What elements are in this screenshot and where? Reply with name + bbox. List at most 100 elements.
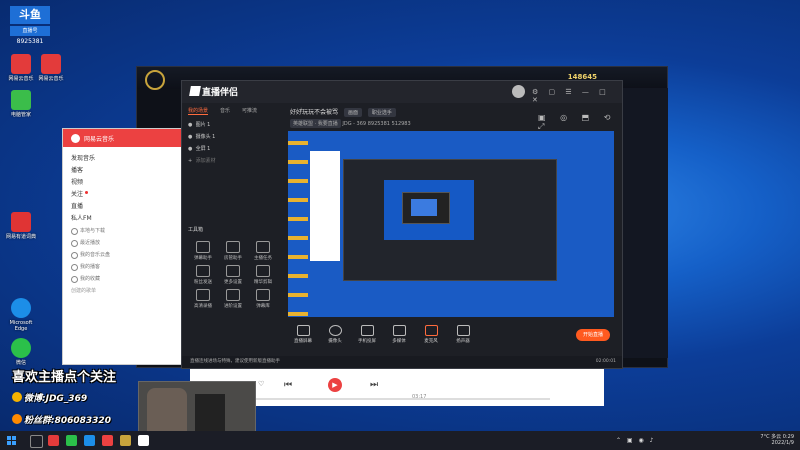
eye-icon: ● <box>188 146 193 152</box>
overlay-weibo: 微博:JDG_369 <box>12 391 87 404</box>
wechat-icon <box>11 338 31 358</box>
playlist-section-label: 创建的歌单 <box>71 288 97 294</box>
desktop-icon-dict[interactable]: 网易有道词典 <box>4 212 38 240</box>
scene-item[interactable]: ● 全屏 1 <box>188 145 210 152</box>
game-logo-icon <box>145 70 165 90</box>
nav-my-podcast[interactable]: 我的播客 <box>71 261 175 273</box>
room-fans: 512983 <box>391 121 411 127</box>
game-side-panel <box>620 88 668 358</box>
prev-track-icon[interactable]: ⏮ <box>284 380 292 390</box>
live-app-window[interactable]: 直播伴侣 ⚙ ▢ ☰ — □ ✕ 我的场景 音乐 可推流 + ● 图片 1 ● … <box>181 80 623 369</box>
taskbar-netease-icon[interactable] <box>102 435 113 446</box>
microphone-toggle[interactable]: 麦克风 <box>416 325 446 344</box>
taskbar-live-icon[interactable] <box>138 435 149 446</box>
nav-live[interactable]: 直播 <box>71 201 175 213</box>
tab-scenes[interactable]: 我的场景 <box>188 107 209 115</box>
overlay-headline: 喜欢主播点个关注 <box>12 370 117 385</box>
like-icon[interactable]: ♡ <box>258 380 264 388</box>
room-id: JDG - 369 <box>342 121 367 127</box>
track-time: 03:17 <box>412 394 427 400</box>
room-title[interactable]: 好好玩玩不会被骂 <box>290 109 338 116</box>
nav-cloud[interactable]: 我的音乐云盘 <box>71 249 175 261</box>
source-screen[interactable]: 直播屏幕 <box>288 325 318 344</box>
search-icon[interactable] <box>30 435 43 448</box>
source-media[interactable]: 多媒体 <box>384 325 414 344</box>
nav-collection[interactable]: 我的收藏 <box>71 273 175 285</box>
tray-icons[interactable]: ⌃ ▣ ◉ ♪ <box>616 437 655 444</box>
start-icon[interactable] <box>7 436 16 445</box>
nav-follow[interactable]: 关注 <box>71 189 175 201</box>
room-category[interactable]: 职业选手 <box>367 108 396 117</box>
room-game-tag[interactable]: 英雄联盟 · 我要直播 <box>290 119 341 128</box>
tool-item[interactable]: 进阶设置 <box>218 289 248 309</box>
eye-icon: ● <box>188 122 193 128</box>
tool-item[interactable]: 房管助手 <box>218 241 248 261</box>
desktop-icon-music-2[interactable]: 网易云音乐 <box>34 54 68 82</box>
tab-stream[interactable]: 可推流 <box>242 107 257 115</box>
scene-item[interactable]: ● 图片 1 <box>188 121 210 128</box>
room-tag[interactable]: 画面 <box>343 108 362 117</box>
live-header: 直播伴侣 ⚙ ▢ ☰ — □ ✕ <box>182 81 622 104</box>
start-live-button[interactable]: 开始直播 <box>576 329 610 341</box>
toolbox-grid: 弹幕助手 房管助手 主播任务 粉丝发送 更多设置 精华剪辑 高清录播 进阶设置 … <box>188 241 280 309</box>
source-camera[interactable]: 摄像头 <box>320 325 350 344</box>
desktop-icon-edge[interactable]: Microsoft Edge <box>4 298 38 332</box>
tool-item[interactable]: 弹幕助手 <box>188 241 218 261</box>
tool-item[interactable]: 粉丝发送 <box>188 265 218 285</box>
desktop-badge: 斗鱼 直播号 8925381 <box>10 6 50 58</box>
desktop-icon-wechat[interactable]: 微信 <box>4 338 38 366</box>
right-tool-icons[interactable]: ▣ ◎ ⬒ ⟲ ⤢ <box>538 113 622 132</box>
webcam-feed <box>138 381 256 433</box>
scene-item[interactable]: ● 摄像头 1 <box>188 133 215 140</box>
tab-music[interactable]: 音乐 <box>220 107 230 115</box>
tray-clock[interactable]: 7°C 多云 0:29 2022/1/9 <box>760 434 794 446</box>
window-controls[interactable]: ⚙ ▢ ☰ — □ ✕ <box>532 88 622 104</box>
taskbar-game-icon[interactable] <box>120 435 131 446</box>
tool-item[interactable]: 更多设置 <box>218 265 248 285</box>
group-icon <box>12 414 22 424</box>
music-nav: 发现音乐 播客 视频 关注 直播 私人FM 本地与下载 最近播放 我的音乐云盘 … <box>63 147 183 303</box>
room-number: 8925381 <box>367 121 390 127</box>
desktop-icon-music[interactable]: 网易云音乐 <box>4 54 38 82</box>
preview-music-window <box>310 151 340 261</box>
source-phone[interactable]: 手机投屏 <box>352 325 382 344</box>
nav-video[interactable]: 视频 <box>71 177 175 189</box>
tool-item[interactable]: 精华剪辑 <box>248 265 278 285</box>
play-button[interactable]: ▶ <box>328 378 342 392</box>
status-text: 直播连线进场与特殊，建议使用新版直播助手 <box>190 359 280 364</box>
room-title-row: 好好玩玩不会被骂 画面 职业选手 <box>290 107 396 117</box>
taskbar: ⌃ ▣ ◉ ♪ 7°C 多云 0:29 2022/1/9 <box>0 431 800 450</box>
shield-icon <box>11 90 31 110</box>
nav-discover[interactable]: 发现音乐 <box>71 153 175 165</box>
room-info-row: 英雄联盟 · 我要直播 JDG - 369 8925381 512983 <box>290 119 411 128</box>
desktop-icon-pc-manager[interactable]: 电脑管家 <box>4 90 38 118</box>
stream-preview[interactable] <box>288 131 614 317</box>
weibo-icon <box>12 392 22 402</box>
music-app-window[interactable]: 网易云音乐 发现音乐 播客 视频 关注 直播 私人FM 本地与下载 最近播放 我… <box>62 128 184 365</box>
tool-item[interactable]: 弹幕库 <box>248 289 278 309</box>
progress-bar[interactable] <box>250 398 550 400</box>
tool-item[interactable]: 高清录播 <box>188 289 218 309</box>
badge-number: 8925381 <box>16 38 44 45</box>
nav-fm[interactable]: 私人FM <box>71 213 175 225</box>
nav-local[interactable]: 本地与下载 <box>71 225 175 237</box>
taskbar-music-icon[interactable] <box>48 435 59 446</box>
edge-icon <box>11 298 31 318</box>
speaker-toggle[interactable]: 扬声器 <box>448 325 478 344</box>
live-tabs: 我的场景 音乐 可推流 + <box>188 107 303 115</box>
taskbar-edge-icon[interactable] <box>84 435 95 446</box>
overlay-fans-group: 粉丝群:806083320 <box>12 413 111 426</box>
tool-item[interactable]: 主播任务 <box>248 241 278 261</box>
add-source-item[interactable]: + 添加素材 <box>188 157 216 164</box>
preview-desktop-icons <box>288 131 308 317</box>
source-bar: 直播屏幕 摄像头 手机投屏 多媒体 麦克风 扬声器 开始直播 <box>288 321 614 355</box>
taskbar-wechat-icon[interactable] <box>66 435 77 446</box>
preview-nested-app <box>343 159 557 281</box>
toolbox-title: 工具箱 <box>188 227 204 233</box>
nav-recent[interactable]: 最近播放 <box>71 237 175 249</box>
music-app-icon <box>41 54 61 74</box>
music-app-icon <box>11 54 31 74</box>
next-track-icon[interactable]: ⏭ <box>370 380 378 390</box>
avatar[interactable] <box>512 85 525 98</box>
nav-podcast[interactable]: 播客 <box>71 165 175 177</box>
